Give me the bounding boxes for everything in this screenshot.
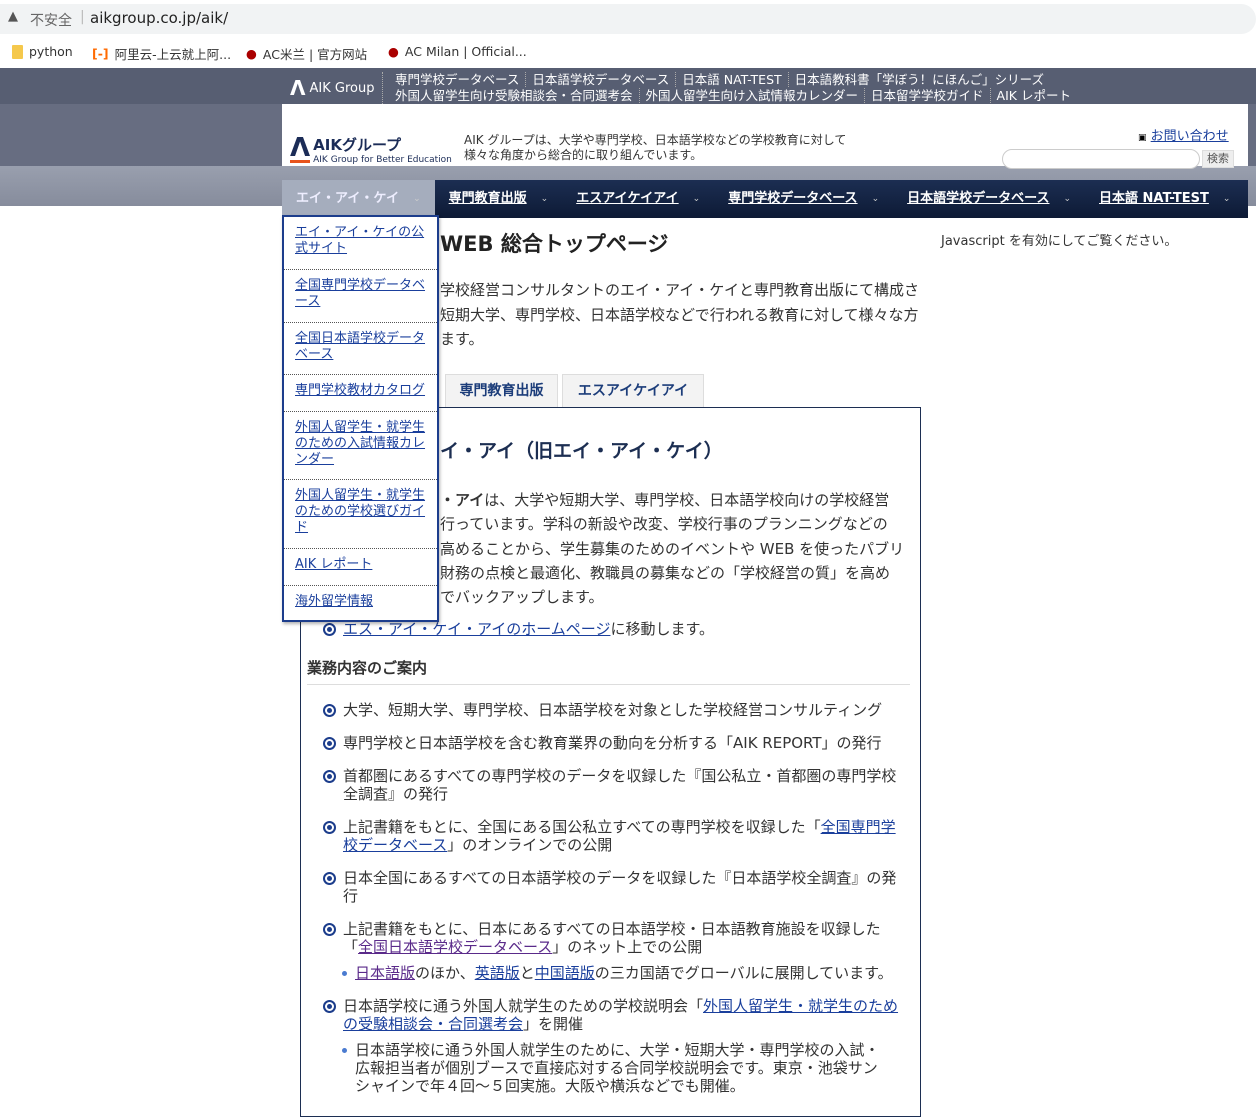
bookmarks-bar: python [-] 阿里云-上云就上阿... ● AC米兰 | 官方网站 ● AC … [0,36,1256,68]
main-nav: エイ・アイ・ケイ ⌄ 専門教育出版 ⌄ エスアイケイアイ ⌄ 専門学校データベース ⌄ … [282,180,1248,218]
global-link[interactable]: 日本語 NAT-TEST [676,72,789,87]
list-item: 大学、短期大学、専門学校、日本語学校を対象とした学校経営コンサルティング [323,701,908,719]
global-links: 専門学校データベース 日本語学校データベース 日本語 NAT-TEST 日本語教科書「… [382,72,1077,104]
aik-group-logo[interactable]: Ʌ AIK Group [290,76,374,100]
warning-icon[interactable]: ▲ [8,9,18,24]
section-heading: イ・アイ（旧エイ・アイ・ケイ） [440,440,723,462]
site-logo[interactable]: Ʌ AIKグループ AIK Group for Better Education [290,134,452,165]
aliyun-icon: [-] [92,46,109,61]
chevron-down-icon: ⌄ [871,194,880,204]
list-item: 上記書籍をもとに、日本にあるすべての日本語学校・日本語教育施設を収録した「全国日… [323,920,908,956]
jp-school-db-link[interactable]: 全国日本語学校データベース [358,938,552,956]
list-item: 日本全国にあるすべての日本語学校のデータを収録した『日本語学校全調査』の発行 [323,869,908,905]
acmilan-icon: ● [246,46,257,61]
aik-logo-icon: Ʌ [290,133,311,163]
bookmark-python[interactable]: python [12,44,73,59]
divider: | [80,9,85,25]
address-bar[interactable]: ▲ 不安全 | aikgroup.co.jp/aik/ [0,0,1256,36]
menu-item[interactable]: 外国人留学生・就学生のための入試情報カレンダー [295,420,425,467]
home-link-item: エス・アイ・ケイ・アイのホームページに移動します。 [323,620,908,638]
list-item: 専門学校と日本語学校を含む教育業界の動向を分析する「AIK REPORT」の発行 [323,734,908,752]
menu-item[interactable]: 専門学校教材カタログ [295,383,425,398]
english-version-link[interactable]: 英語版 [475,964,520,982]
sub-list-item: 日本語版のほか、英語版と中国語版の三カ国語でグローバルに展開しています。 [342,964,902,982]
nav-item-publishing[interactable]: 専門教育出版 ⌄ [435,180,563,218]
global-link[interactable]: 日本留学学校ガイド [865,88,991,103]
search-button[interactable]: 検索 [1202,150,1234,168]
list-item: 上記書籍をもとに、全国にある国公私立すべての専門学校を収録した「全国専門学校デー… [323,818,908,854]
chevron-down-icon: ⌄ [540,194,549,204]
nav-item-aik[interactable]: エイ・アイ・ケイ ⌄ [282,180,435,218]
aik-logo-icon: Ʌ [290,76,306,100]
menu-item[interactable]: AIK レポート [295,557,372,572]
security-label: 不安全 [30,13,72,29]
bookmark-acmilan[interactable]: ● AC Milan | Official... [388,44,527,59]
tagline: AIK グループは、大学や専門学校、日本語学校などの学校教育に対して 様々な角度か… [464,133,847,162]
japanese-version-link[interactable]: 日本語版 [355,964,415,982]
sikai-home-link[interactable]: エス・アイ・ケイ・アイのホームページ [343,620,610,638]
bullet-icon [323,923,336,936]
global-link[interactable]: 専門学校データベース [389,72,527,87]
chinese-version-link[interactable]: 中国語版 [535,964,595,982]
menu-item[interactable]: 全国専門学校データベース [295,278,425,309]
services-heading: 業務内容のご案内 [307,657,910,685]
chevron-down-icon: ⌄ [413,194,421,204]
javascript-notice: Javascript を有効にしてご覧ください。 [941,234,1178,249]
chevron-down-icon: ⌄ [1063,194,1072,204]
page-title: WEB 総合トップページ [440,232,669,256]
list-item: 首都圏にあるすべての専門学校のデータを収録した『国公私立・首都圏の専門学校全調査… [323,767,908,803]
nav-item-jp-school-db[interactable]: 日本語学校データベース ⌄ [893,180,1085,218]
menu-item[interactable]: 全国日本語学校データベース [295,331,425,362]
global-link[interactable]: AIK レポート [991,88,1077,103]
bullet-icon [323,872,336,885]
bullet-icon [323,1000,336,1013]
bullet-icon [323,737,336,750]
chevron-down-icon: ⌄ [692,194,701,204]
folder-icon [12,44,23,59]
bullet-icon [323,704,336,717]
intro-text: 学校経営コンサルタントのエイ・アイ・ケイと専門教育出版にて構成さ 短期大学、専門学… [440,281,919,348]
sub-list-item: 日本語学校に通う外国人就学生のために、大学・短期大学・専門学校の入試・広報担当者… [342,1041,890,1095]
bullet-icon [323,821,336,834]
search-input[interactable] [1002,149,1200,169]
contact-link[interactable]: ▣ お問い合わせ [1138,125,1229,144]
nav-item-school-db[interactable]: 専門学校データベース ⌄ [714,180,893,218]
nav-item-sikai[interactable]: エスアイケイアイ ⌄ [562,180,714,218]
bookmark-acmilan-cn[interactable]: ● AC米兰 | 官方网站 [246,44,367,63]
global-link[interactable]: 日本語教科書「学ぼう！にほんご」シリーズ [789,72,1050,87]
chevron-down-icon: ⌄ [1222,194,1231,204]
bullet-icon [323,770,336,783]
arrow-icon: ▣ [1138,133,1147,143]
list-item: 日本語学校に通う外国人就学生のための学校説明会「外国人留学生・就学生のための受験… [323,997,908,1033]
menu-item[interactable]: 海外留学情報 [295,594,373,609]
global-link[interactable]: 外国人留学生向け受験相談会・合同選考会 [389,88,640,103]
tab-sikai[interactable]: エスアイケイアイ [562,374,704,408]
description: ・アイは、大学や短期大学、専門学校、日本語学校向けの学校経営 行っています。学科… [440,491,905,607]
tab-publishing[interactable]: 専門教育出版 [445,374,558,408]
nav-item-nat-test[interactable]: 日本語 NAT-TEST ⌄ [1085,180,1244,218]
bookmark-aliyun[interactable]: [-] 阿里云-上云就上阿... [92,44,231,63]
global-link[interactable]: 日本語学校データベース [526,72,677,87]
acmilan-icon: ● [388,44,399,59]
url-text[interactable]: aikgroup.co.jp/aik/ [90,9,228,27]
menu-item[interactable]: 外国人留学生・就学生のための学校選びガイド [295,488,425,535]
global-link[interactable]: 外国人留学生向け入試情報カレンダー [639,88,866,103]
nav-dropdown-menu: エイ・アイ・ケイの公式サイト 全国専門学校データベース 全国日本語学校データベー… [282,215,439,622]
bullet-icon [323,623,336,636]
menu-item[interactable]: エイ・アイ・ケイの公式サイト [295,225,424,256]
